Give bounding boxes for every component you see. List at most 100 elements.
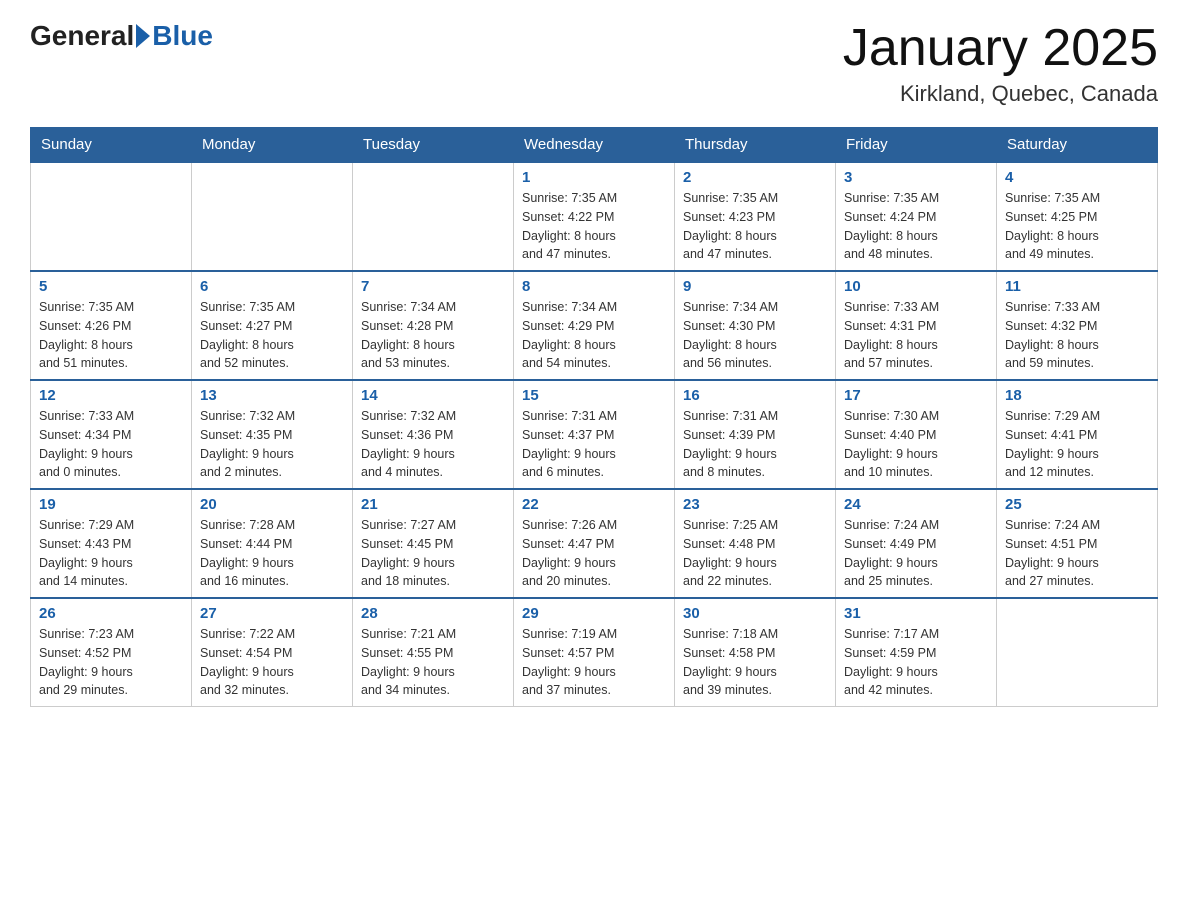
day-info: Sunrise: 7:26 AM Sunset: 4:47 PM Dayligh…	[522, 516, 666, 591]
day-info: Sunrise: 7:21 AM Sunset: 4:55 PM Dayligh…	[361, 625, 505, 700]
column-header-wednesday: Wednesday	[514, 128, 675, 163]
week-row-5: 26Sunrise: 7:23 AM Sunset: 4:52 PM Dayli…	[31, 598, 1158, 707]
day-number: 28	[361, 605, 505, 622]
calendar-cell: 21 Sunrise: 7:27 AM Sunset: 4:45 PM Dayli…	[353, 489, 514, 598]
logo-blue-text: Blue	[152, 20, 213, 52]
day-info: Sunrise: 7:35 AM Sunset: 4:23 PM Dayligh…	[683, 189, 827, 264]
day-number: 6	[200, 278, 344, 295]
logo-arrow-icon	[136, 24, 150, 48]
calendar-cell: 15 Sunrise: 7:31 AM Sunset: 4:37 PM Dayli…	[514, 380, 675, 489]
day-number: 10	[844, 278, 988, 295]
day-number: 23	[683, 496, 827, 513]
day-info: Sunrise: 7:23 AM Sunset: 4:52 PM Dayligh…	[39, 625, 183, 700]
calendar-cell	[997, 598, 1158, 707]
day-info: Sunrise: 7:19 AM Sunset: 4:57 PM Dayligh…	[522, 625, 666, 700]
calendar-cell: 17Sunrise: 7:30 AM Sunset: 4:40 PM Dayli…	[836, 380, 997, 489]
logo: General Blue	[30, 20, 213, 52]
day-info: Sunrise: 7:25 AM Sunset: 4:48 PM Dayligh…	[683, 516, 827, 591]
day-number: 20	[200, 496, 344, 513]
day-info: Sunrise: 7:32 AM Sunset: 4:36 PM Dayligh…	[361, 407, 505, 482]
calendar-cell: 27Sunrise: 7:22 AM Sunset: 4:54 PM Dayli…	[192, 598, 353, 707]
day-info: Sunrise: 7:27 AM Sunset: 4:45 PM Dayligh…	[361, 516, 505, 591]
day-info: Sunrise: 7:33 AM Sunset: 4:32 PM Dayligh…	[1005, 298, 1149, 373]
day-info: Sunrise: 7:29 AM Sunset: 4:43 PM Dayligh…	[39, 516, 183, 591]
day-number: 19	[39, 496, 183, 513]
page-header: General Blue January 2025 Kirkland, Queb…	[30, 20, 1158, 107]
calendar-cell: 16 Sunrise: 7:31 AM Sunset: 4:39 PM Dayli…	[675, 380, 836, 489]
calendar-cell	[31, 162, 192, 271]
day-info: Sunrise: 7:31 AM Sunset: 4:37 PM Dayligh…	[522, 407, 666, 482]
calendar-cell	[192, 162, 353, 271]
day-info: Sunrise: 7:35 AM Sunset: 4:25 PM Dayligh…	[1005, 189, 1149, 264]
day-number: 31	[844, 605, 988, 622]
day-info: Sunrise: 7:35 AM Sunset: 4:27 PM Dayligh…	[200, 298, 344, 373]
calendar-cell: 29 Sunrise: 7:19 AM Sunset: 4:57 PM Dayli…	[514, 598, 675, 707]
day-number: 21	[361, 496, 505, 513]
day-info: Sunrise: 7:34 AM Sunset: 4:28 PM Dayligh…	[361, 298, 505, 373]
day-info: Sunrise: 7:24 AM Sunset: 4:51 PM Dayligh…	[1005, 516, 1149, 591]
day-number: 13	[200, 387, 344, 404]
day-info: Sunrise: 7:29 AM Sunset: 4:41 PM Dayligh…	[1005, 407, 1149, 482]
day-info: Sunrise: 7:34 AM Sunset: 4:30 PM Dayligh…	[683, 298, 827, 373]
column-header-saturday: Saturday	[997, 128, 1158, 163]
week-row-2: 5 Sunrise: 7:35 AM Sunset: 4:26 PM Daylig…	[31, 271, 1158, 380]
day-number: 24	[844, 496, 988, 513]
day-info: Sunrise: 7:33 AM Sunset: 4:34 PM Dayligh…	[39, 407, 183, 482]
calendar-cell: 24 Sunrise: 7:24 AM Sunset: 4:49 PM Dayli…	[836, 489, 997, 598]
day-info: Sunrise: 7:17 AM Sunset: 4:59 PM Dayligh…	[844, 625, 988, 700]
calendar-cell: 13 Sunrise: 7:32 AM Sunset: 4:35 PM Dayli…	[192, 380, 353, 489]
day-info: Sunrise: 7:31 AM Sunset: 4:39 PM Dayligh…	[683, 407, 827, 482]
day-number: 29	[522, 605, 666, 622]
week-row-4: 19 Sunrise: 7:29 AM Sunset: 4:43 PM Dayli…	[31, 489, 1158, 598]
day-number: 11	[1005, 278, 1149, 295]
day-number: 4	[1005, 169, 1149, 186]
calendar-cell: 12Sunrise: 7:33 AM Sunset: 4:34 PM Dayli…	[31, 380, 192, 489]
day-info: Sunrise: 7:32 AM Sunset: 4:35 PM Dayligh…	[200, 407, 344, 482]
calendar-cell: 8Sunrise: 7:34 AM Sunset: 4:29 PM Daylig…	[514, 271, 675, 380]
column-header-thursday: Thursday	[675, 128, 836, 163]
calendar-cell: 30 Sunrise: 7:18 AM Sunset: 4:58 PM Dayli…	[675, 598, 836, 707]
calendar-cell: 18Sunrise: 7:29 AM Sunset: 4:41 PM Dayli…	[997, 380, 1158, 489]
day-number: 27	[200, 605, 344, 622]
calendar-cell: 22Sunrise: 7:26 AM Sunset: 4:47 PM Dayli…	[514, 489, 675, 598]
day-info: Sunrise: 7:33 AM Sunset: 4:31 PM Dayligh…	[844, 298, 988, 373]
day-number: 17	[844, 387, 988, 404]
day-number: 7	[361, 278, 505, 295]
calendar-cell: 20 Sunrise: 7:28 AM Sunset: 4:44 PM Dayli…	[192, 489, 353, 598]
day-number: 2	[683, 169, 827, 186]
column-header-tuesday: Tuesday	[353, 128, 514, 163]
day-number: 9	[683, 278, 827, 295]
day-number: 15	[522, 387, 666, 404]
month-title: January 2025	[843, 20, 1158, 77]
calendar-cell: 9 Sunrise: 7:34 AM Sunset: 4:30 PM Daylig…	[675, 271, 836, 380]
day-number: 16	[683, 387, 827, 404]
day-info: Sunrise: 7:35 AM Sunset: 4:26 PM Dayligh…	[39, 298, 183, 373]
calendar-cell: 11 Sunrise: 7:33 AM Sunset: 4:32 PM Dayli…	[997, 271, 1158, 380]
calendar-cell	[353, 162, 514, 271]
day-number: 8	[522, 278, 666, 295]
calendar-cell: 31 Sunrise: 7:17 AM Sunset: 4:59 PM Dayli…	[836, 598, 997, 707]
title-block: January 2025 Kirkland, Quebec, Canada	[843, 20, 1158, 107]
column-header-friday: Friday	[836, 128, 997, 163]
calendar-cell: 23 Sunrise: 7:25 AM Sunset: 4:48 PM Dayli…	[675, 489, 836, 598]
calendar-cell: 4 Sunrise: 7:35 AM Sunset: 4:25 PM Daylig…	[997, 162, 1158, 271]
column-header-monday: Monday	[192, 128, 353, 163]
day-number: 5	[39, 278, 183, 295]
calendar-cell: 6 Sunrise: 7:35 AM Sunset: 4:27 PM Daylig…	[192, 271, 353, 380]
day-info: Sunrise: 7:18 AM Sunset: 4:58 PM Dayligh…	[683, 625, 827, 700]
day-info: Sunrise: 7:24 AM Sunset: 4:49 PM Dayligh…	[844, 516, 988, 591]
day-info: Sunrise: 7:28 AM Sunset: 4:44 PM Dayligh…	[200, 516, 344, 591]
calendar-cell: 3Sunrise: 7:35 AM Sunset: 4:24 PM Daylig…	[836, 162, 997, 271]
calendar-cell: 7 Sunrise: 7:34 AM Sunset: 4:28 PM Daylig…	[353, 271, 514, 380]
logo-general-text: General	[30, 20, 134, 52]
calendar-cell: 10 Sunrise: 7:33 AM Sunset: 4:31 PM Dayli…	[836, 271, 997, 380]
day-number: 25	[1005, 496, 1149, 513]
calendar-header-row: SundayMondayTuesdayWednesdayThursdayFrid…	[31, 128, 1158, 163]
calendar-cell: 28 Sunrise: 7:21 AM Sunset: 4:55 PM Dayli…	[353, 598, 514, 707]
day-number: 3	[844, 169, 988, 186]
day-number: 14	[361, 387, 505, 404]
day-number: 1	[522, 169, 666, 186]
day-number: 30	[683, 605, 827, 622]
calendar-cell: 26Sunrise: 7:23 AM Sunset: 4:52 PM Dayli…	[31, 598, 192, 707]
week-row-3: 12Sunrise: 7:33 AM Sunset: 4:34 PM Dayli…	[31, 380, 1158, 489]
